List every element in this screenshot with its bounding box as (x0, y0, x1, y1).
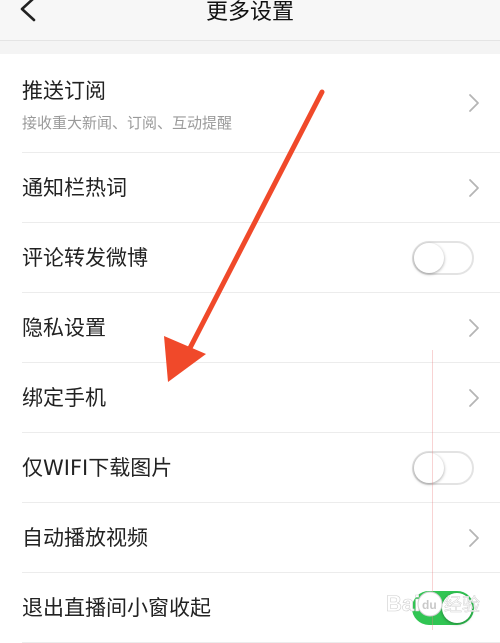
setting-sublabel: 接收重大新闻、订阅、互动提醒 (22, 114, 233, 132)
chevron-right-icon (469, 94, 479, 112)
wifi-only-images-toggle[interactable] (412, 450, 474, 485)
toggle-knob (414, 452, 444, 483)
setting-label: 自动播放视频 (22, 526, 148, 550)
setting-row-comment-repost-weibo: 评论转发微博 (22, 223, 500, 293)
setting-row-notification-hotwords[interactable]: 通知栏热词 (22, 153, 500, 223)
nav-bar: 更多设置 (0, 0, 500, 41)
toggle-knob (414, 242, 444, 273)
setting-label: 推送订阅 (22, 79, 106, 103)
chevron-right-icon (469, 528, 479, 547)
setting-label: 仅WIFI下载图片 (22, 456, 173, 480)
svg-text:Bai: Bai (386, 591, 420, 616)
settings-list: 推送订阅 接收重大新闻、订阅、互动提醒 通知栏热词 评论转发微博 隐私设置 绑定… (0, 54, 500, 643)
svg-text:du: du (422, 598, 437, 612)
setting-row-autoplay-video[interactable]: 自动播放视频 (22, 503, 500, 573)
setting-label: 退出直播间小窗收起 (22, 596, 211, 620)
setting-label: 绑定手机 (22, 386, 106, 410)
setting-row-wifi-only-images: 仅WIFI下载图片 (22, 433, 500, 503)
chevron-right-icon (469, 178, 479, 197)
baidu-watermark: Bai du 经验 (386, 591, 480, 617)
setting-row-bind-phone[interactable]: 绑定手机 (22, 363, 500, 433)
setting-label: 通知栏热词 (22, 176, 127, 200)
svg-text:经验: 经验 (444, 595, 480, 616)
setting-row-push-subscription[interactable]: 推送订阅 接收重大新闻、订阅、互动提醒 (22, 54, 500, 153)
setting-row-privacy[interactable]: 隐私设置 (22, 293, 500, 363)
chevron-right-icon (469, 388, 479, 407)
chevron-right-icon (469, 318, 479, 337)
setting-label: 隐私设置 (22, 316, 106, 340)
comment-repost-toggle[interactable] (412, 240, 474, 275)
page-title: 更多设置 (205, 0, 294, 25)
setting-label: 评论转发微博 (22, 246, 148, 270)
